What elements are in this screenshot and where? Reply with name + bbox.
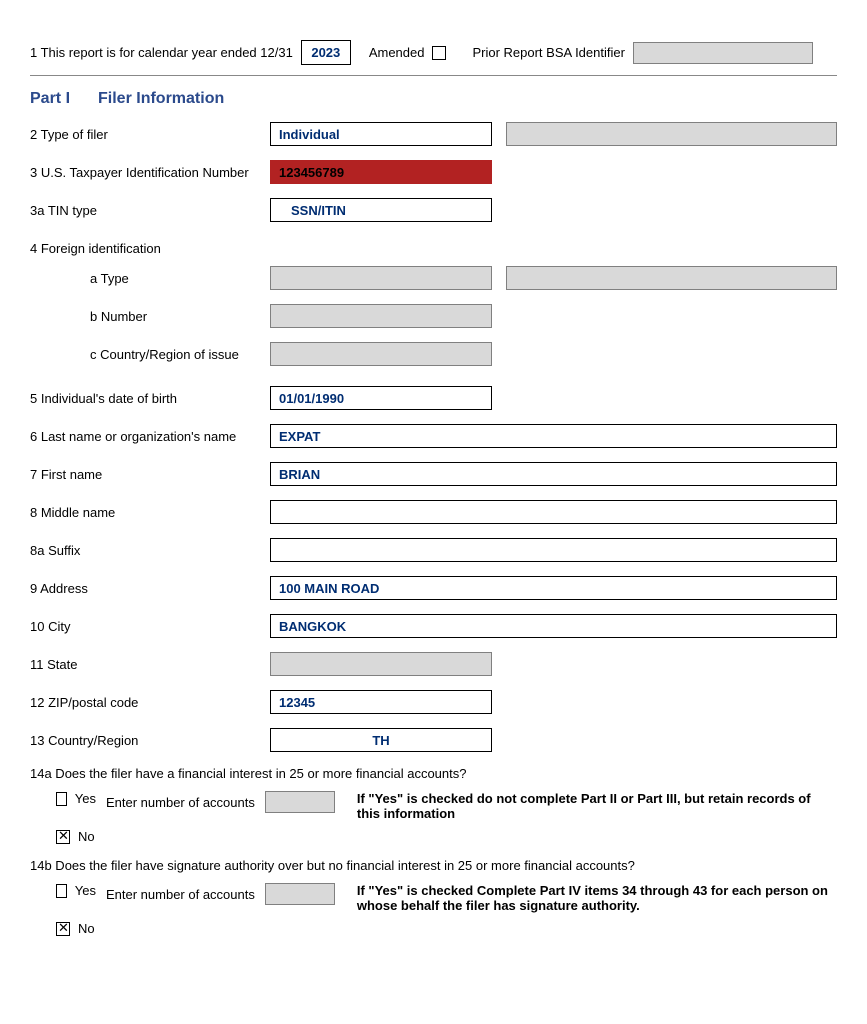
state-label: 11 State (30, 657, 270, 672)
bsa-label: Prior Report BSA Identifier (472, 45, 624, 60)
fi-type-label: a Type (30, 271, 270, 286)
q14a-yes-checkbox[interactable] (56, 792, 67, 806)
dob-label: 5 Individual's date of birth (30, 391, 270, 406)
city-input[interactable]: BANGKOK (270, 614, 837, 638)
address-input[interactable]: 100 MAIN ROAD (270, 576, 837, 600)
address-label: 9 Address (30, 581, 270, 596)
q14a-enter-label: Enter number of accounts (106, 795, 255, 810)
part-number: Part I (30, 90, 70, 108)
fi-number-input[interactable] (270, 304, 492, 328)
middle-name-input[interactable] (270, 500, 837, 524)
type-of-filer-input[interactable]: Individual (270, 122, 492, 146)
q14b-enter-label: Enter number of accounts (106, 887, 255, 902)
tin-input[interactable]: 123456789 (270, 160, 492, 184)
city-label: 10 City (30, 619, 270, 634)
q14b-yes-checkbox[interactable] (56, 884, 67, 898)
type-of-filer-label: 2 Type of filer (30, 127, 270, 142)
tin-type-label: 3a TIN type (30, 203, 270, 218)
dob-input[interactable]: 01/01/1990 (270, 386, 492, 410)
q14b-yes-label: Yes (75, 883, 96, 898)
q14a-yes-label: Yes (75, 791, 96, 806)
zip-input[interactable]: 12345 (270, 690, 492, 714)
fi-type-input[interactable] (270, 266, 492, 290)
amended-label: Amended (369, 45, 425, 60)
q14b-question: 14b Does the filer have signature author… (30, 858, 837, 873)
bsa-identifier-input[interactable] (633, 42, 813, 64)
q14a-no-checkbox[interactable] (56, 830, 70, 844)
year-input[interactable]: 2023 (301, 40, 351, 65)
fi-country-input[interactable] (270, 342, 492, 366)
q14b-no-label: No (78, 921, 95, 936)
fi-country-label: c Country/Region of issue (30, 347, 270, 362)
type-of-filer-aux[interactable] (506, 122, 837, 146)
foreign-id-label: 4 Foreign identification (30, 241, 270, 256)
tin-label: 3 U.S. Taxpayer Identification Number (30, 165, 270, 180)
q14b-hint: If "Yes" is checked Complete Part IV ite… (345, 883, 837, 913)
q14a-count-input[interactable] (265, 791, 335, 813)
q14b-no-checkbox[interactable] (56, 922, 70, 936)
state-input[interactable] (270, 652, 492, 676)
last-name-input[interactable]: EXPAT (270, 424, 837, 448)
country-label: 13 Country/Region (30, 733, 270, 748)
part1-heading: Part I Filer Information (30, 90, 837, 108)
divider (30, 75, 837, 76)
suffix-label: 8a Suffix (30, 543, 270, 558)
country-input[interactable]: TH (270, 728, 492, 752)
last-name-label: 6 Last name or organization's name (30, 429, 270, 444)
report-year-row: 1 This report is for calendar year ended… (30, 40, 837, 65)
part-title: Filer Information (98, 90, 224, 108)
first-name-input[interactable]: BRIAN (270, 462, 837, 486)
q14a-question: 14a Does the filer have a financial inte… (30, 766, 837, 781)
q14a-hint: If "Yes" is checked do not complete Part… (345, 791, 837, 821)
fi-type-aux[interactable] (506, 266, 837, 290)
amended-checkbox[interactable] (432, 46, 446, 60)
tin-type-input[interactable]: SSN/ITIN (270, 198, 492, 222)
q14b-count-input[interactable] (265, 883, 335, 905)
zip-label: 12 ZIP/postal code (30, 695, 270, 710)
first-name-label: 7 First name (30, 467, 270, 482)
fi-number-label: b Number (30, 309, 270, 324)
suffix-input[interactable] (270, 538, 837, 562)
report-year-label: 1 This report is for calendar year ended… (30, 45, 293, 60)
middle-name-label: 8 Middle name (30, 505, 270, 520)
q14a-no-label: No (78, 829, 95, 844)
